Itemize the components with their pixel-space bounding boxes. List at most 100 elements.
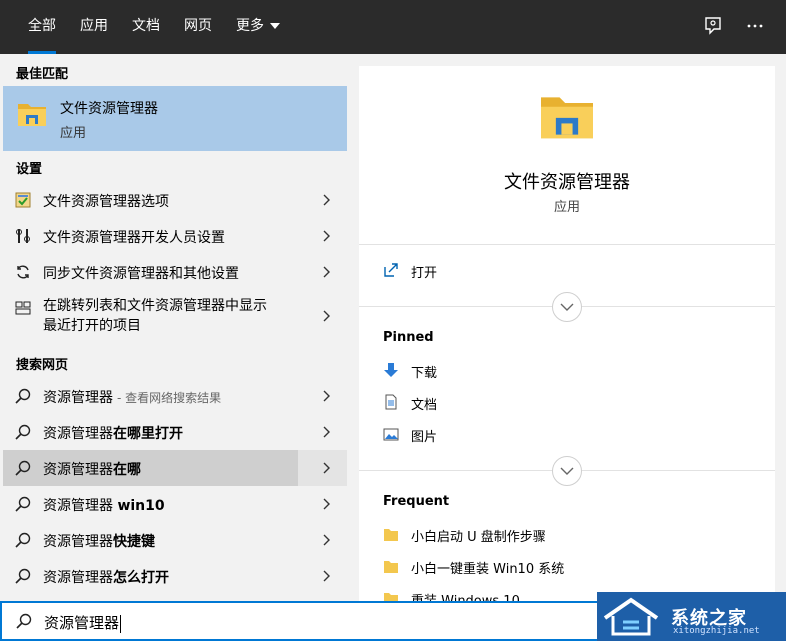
- frequent-item-label: 小白一键重装 Win10 系统: [411, 562, 565, 577]
- chevron-right-icon: [323, 310, 330, 322]
- app-preview-header: 文件资源管理器 应用: [359, 66, 775, 244]
- web-suggestion-hint: - 查看网络搜索结果: [117, 391, 222, 405]
- settings-result-label: 文件资源管理器开发人员设置: [43, 230, 225, 246]
- search-icon: [15, 460, 31, 476]
- watermark-logo: 系统之家 xitongzhijia.net: [597, 592, 786, 641]
- settings-result-label: 文件资源管理器选项: [43, 194, 169, 210]
- search-scope-tabbar: 全部 应用 文档 网页 更多: [0, 0, 786, 54]
- best-match-result[interactable]: 文件资源管理器 应用: [3, 86, 347, 151]
- chevron-down-icon: [560, 303, 574, 311]
- settings-heading: 设置: [16, 162, 43, 177]
- settings-result-line1: 在跳转列表和文件资源管理器中显示: [43, 298, 267, 314]
- web-suggestion-label: 资源管理器在哪: [43, 459, 141, 479]
- chevron-right-icon: [323, 230, 330, 242]
- search-input[interactable]: 资源管理器: [0, 601, 600, 641]
- tab-web[interactable]: 网页: [184, 0, 212, 54]
- chevron-right-icon: [323, 570, 330, 582]
- search-icon: [15, 424, 31, 440]
- pinned-item-label: 图片: [411, 430, 438, 445]
- preview-card: 文件资源管理器 应用 打开 Pinned 下载 文档 图片 Frequent 小…: [359, 66, 775, 609]
- sync-icon: [17, 265, 29, 279]
- tab-more-label: 更多: [236, 18, 264, 34]
- web-suggestion[interactable]: 资源管理器 - 查看网络搜索结果: [3, 378, 347, 414]
- best-match-heading: 最佳匹配: [16, 67, 69, 82]
- web-suggestion-label: 资源管理器怎么打开: [43, 567, 169, 587]
- tab-apps[interactable]: 应用: [80, 0, 108, 54]
- pinned-heading: Pinned: [383, 330, 434, 345]
- settings-result[interactable]: 文件资源管理器开发人员设置: [3, 218, 347, 254]
- pinned-item-label: 文档: [411, 398, 438, 413]
- options-icon: [15, 192, 31, 208]
- settings-result-label: 在跳转列表和文件资源管理器中显示 最近打开的项目: [43, 296, 267, 336]
- tab-documents[interactable]: 文档: [132, 0, 160, 54]
- expand-button[interactable]: [552, 292, 582, 322]
- web-suggestion[interactable]: 资源管理器 win10: [3, 486, 347, 522]
- pinned-item-label: 下载: [411, 366, 438, 381]
- web-suggestion-prefix: 资源管理器: [43, 498, 118, 514]
- tab-all[interactable]: 全部: [28, 0, 56, 54]
- web-suggestion[interactable]: 资源管理器在哪: [3, 450, 347, 486]
- web-suggestion[interactable]: 资源管理器快捷键: [3, 522, 347, 558]
- watermark-url: xitongzhijia.net: [673, 626, 760, 636]
- web-suggestion[interactable]: 资源管理器在哪里打开: [3, 414, 347, 450]
- chevron-right-icon: [323, 534, 330, 546]
- app-type: 应用: [553, 200, 580, 215]
- preview-pane: 文件资源管理器 应用 打开 Pinned 下载 文档 图片 Frequent 小…: [347, 54, 786, 609]
- folder-icon: [384, 561, 398, 573]
- text-cursor: [120, 614, 122, 633]
- web-suggestion-prefix: 资源管理器: [43, 570, 113, 586]
- web-suggestion-bold: 在哪里打开: [113, 426, 183, 442]
- download-arrow-icon: [384, 363, 398, 377]
- expand-button[interactable]: [552, 456, 582, 486]
- web-suggestion-label: 资源管理器 - 查看网络搜索结果: [43, 387, 221, 407]
- web-suggestion-prefix: 资源管理器: [43, 426, 113, 442]
- chevron-right-icon: [323, 390, 330, 402]
- search-icon: [15, 496, 31, 512]
- settings-result-line2: 最近打开的项目: [43, 318, 141, 334]
- caret-down-icon: [270, 23, 280, 29]
- search-icon: [15, 532, 31, 548]
- open-icon: [384, 263, 398, 277]
- search-icon: [15, 568, 31, 584]
- search-query-text: 资源管理器: [44, 612, 122, 633]
- settings-result[interactable]: 在跳转列表和文件资源管理器中显示 最近打开的项目: [3, 290, 347, 344]
- picture-icon: [383, 428, 399, 441]
- web-suggestion[interactable]: 资源管理器怎么打开: [3, 558, 347, 594]
- document-icon: [385, 394, 397, 410]
- feedback-icon[interactable]: [702, 15, 724, 37]
- frequent-heading: Frequent: [383, 494, 450, 509]
- chevron-right-icon: [323, 426, 330, 438]
- search-query-value: 资源管理器: [44, 614, 120, 632]
- app-name: 文件资源管理器: [504, 172, 630, 193]
- layout-icon: [15, 301, 31, 315]
- search-icon: [16, 613, 32, 629]
- house-logo-icon: [603, 597, 659, 636]
- more-options-icon[interactable]: [744, 15, 766, 37]
- developer-tools-icon: [16, 229, 30, 243]
- settings-result[interactable]: 文件资源管理器选项: [3, 182, 347, 218]
- web-suggestion-label: 资源管理器快捷键: [43, 531, 155, 551]
- tab-more[interactable]: 更多: [236, 0, 280, 54]
- frequent-item-label: 小白启动 U 盘制作步骤: [411, 530, 546, 545]
- folder-icon: [18, 104, 46, 126]
- web-suggestion-prefix: 资源管理器: [43, 462, 113, 478]
- chevron-right-icon: [323, 194, 330, 206]
- folder-icon: [541, 97, 593, 139]
- web-suggestion-text: 资源管理器: [43, 390, 113, 406]
- chevron-right-icon: [323, 266, 330, 278]
- search-icon: [15, 388, 31, 404]
- chevron-right-icon: [323, 498, 330, 510]
- web-search-heading: 搜索网页: [16, 358, 69, 373]
- folder-icon: [384, 529, 398, 541]
- web-suggestion-label: 资源管理器 win10: [43, 495, 165, 515]
- results-pane: 最佳匹配 文件资源管理器 应用 设置 文件资源管理器选项 文件资源管理器开发人员…: [0, 54, 347, 601]
- web-suggestion-bold: 怎么打开: [113, 570, 169, 586]
- web-suggestion-bold: 快捷键: [113, 534, 155, 550]
- web-suggestion-prefix: 资源管理器: [43, 534, 113, 550]
- chevron-right-icon: [323, 462, 330, 474]
- open-label: 打开: [411, 266, 438, 281]
- settings-result[interactable]: 同步文件资源管理器和其他设置: [3, 254, 347, 290]
- web-suggestion-label: 资源管理器在哪里打开: [43, 423, 183, 443]
- web-suggestion-bold: 在哪: [113, 462, 141, 478]
- web-suggestion-bold: win10: [117, 498, 165, 514]
